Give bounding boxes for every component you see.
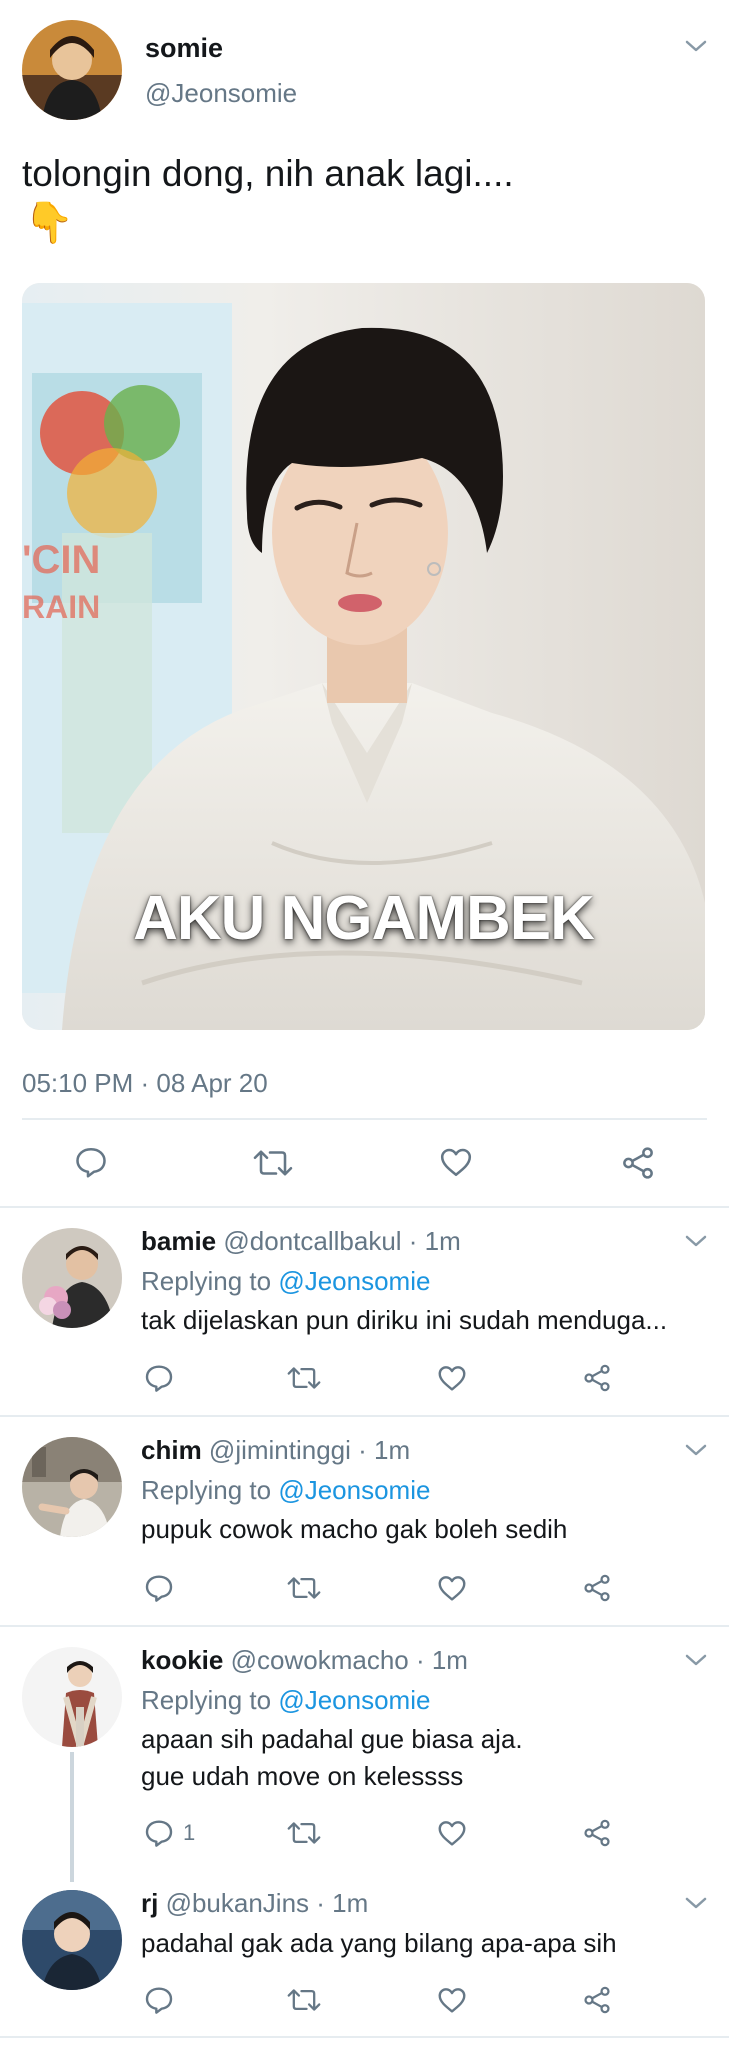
tweet-image[interactable]: 'CIN RAIN AKU NGAMBEK [22, 283, 705, 1030]
reply-author-meta[interactable]: @dontcallbakul · 1m [223, 1226, 460, 1256]
reply-icon[interactable] [143, 1572, 175, 1604]
tweet-text: tolongin dong, nih anak lagi.... [22, 153, 514, 194]
share-icon[interactable] [619, 1144, 657, 1182]
section-divider [0, 2036, 729, 2038]
reply-text: pupuk cowok macho gak boleh sedih [141, 1514, 568, 1544]
share-icon[interactable] [581, 1984, 613, 2016]
reply-icon[interactable] [72, 1144, 110, 1180]
reply-icon [145, 1820, 173, 1847]
chevron-down-icon[interactable] [684, 1652, 708, 1668]
replying-to: Replying to @Jeonsomie [141, 1266, 430, 1297]
reply-avatar[interactable] [22, 1890, 122, 1990]
chevron-down-icon[interactable] [684, 1895, 708, 1911]
section-divider [0, 1206, 729, 1208]
reply-text-line-1: apaan sih padahal gue biasa aja. [141, 1724, 523, 1754]
replying-to-label: Replying to [141, 1475, 272, 1505]
image-caption: AKU NGAMBEK [133, 884, 595, 953]
reply-author-name[interactable]: chim [141, 1435, 202, 1465]
tweet-timestamp: 05:10 PM · 08 Apr 20 [22, 1068, 268, 1098]
reply-author-name[interactable]: bamie [141, 1226, 216, 1256]
author-name[interactable]: somie [145, 33, 223, 64]
section-divider [0, 1625, 729, 1627]
reply-header: chim @jimintinggi · 1m [141, 1435, 410, 1466]
svg-text:RAIN: RAIN [22, 589, 100, 625]
reply-avatar[interactable] [22, 1228, 122, 1328]
share-icon[interactable] [581, 1362, 613, 1394]
retweet-icon[interactable] [286, 1574, 322, 1602]
like-icon[interactable] [437, 1144, 475, 1180]
pointing-down-emoji: 👇 [24, 201, 74, 245]
reply-action-bar [0, 1982, 729, 2022]
reply-text-line-2: gue udah move on kelessss [141, 1761, 464, 1791]
reply-author-name[interactable]: rj [141, 1888, 158, 1918]
reply-icon[interactable] [143, 1984, 175, 2016]
retweet-icon[interactable] [286, 1986, 322, 2014]
replying-to-handle[interactable]: @Jeonsomie [278, 1685, 430, 1715]
reply-text: padahal gak ada yang bilang apa-apa sih [141, 1928, 617, 1958]
reply-author-meta[interactable]: @jimintinggi · 1m [209, 1435, 410, 1465]
reply-header: rj @bukanJins · 1m [141, 1888, 368, 1919]
reply-icon[interactable] [143, 1362, 175, 1394]
like-icon[interactable] [436, 1817, 468, 1849]
replying-to-label: Replying to [141, 1685, 272, 1715]
reply-action-bar [0, 1360, 729, 1400]
replying-to-handle[interactable]: @Jeonsomie [278, 1475, 430, 1505]
svg-text:'CIN: 'CIN [22, 538, 100, 582]
chevron-down-icon[interactable] [684, 1442, 708, 1458]
section-divider [0, 1415, 729, 1417]
reply-count: 1 [183, 1820, 196, 1845]
reply-button[interactable]: 1 [143, 1817, 195, 1849]
replying-to: Replying to @Jeonsomie [141, 1685, 430, 1716]
reply-avatar[interactable] [22, 1647, 122, 1747]
reply-avatar[interactable] [22, 1437, 122, 1537]
reply-author-meta[interactable]: @cowokmacho · 1m [231, 1645, 468, 1675]
retweet-icon[interactable] [286, 1819, 322, 1847]
retweet-icon[interactable] [286, 1364, 322, 1392]
chevron-down-icon[interactable] [684, 38, 708, 54]
chevron-down-icon[interactable] [684, 1233, 708, 1249]
timestamp-divider [22, 1118, 707, 1120]
reply-text: tak dijelaskan pun diriku ini sudah mend… [141, 1305, 668, 1335]
share-icon[interactable] [581, 1572, 613, 1604]
like-icon[interactable] [436, 1984, 468, 2016]
share-icon[interactable] [581, 1817, 613, 1849]
replying-to: Replying to @Jeonsomie [141, 1475, 430, 1506]
replying-to-handle[interactable]: @Jeonsomie [278, 1266, 430, 1296]
reply-header: bamie @dontcallbakul · 1m [141, 1226, 461, 1257]
like-icon[interactable] [436, 1362, 468, 1394]
retweet-icon[interactable] [252, 1146, 294, 1180]
reply-author-meta[interactable]: @bukanJins · 1m [166, 1888, 369, 1918]
tweet-action-bar [0, 1140, 729, 1186]
author-avatar[interactable] [22, 20, 122, 120]
reply-author-name[interactable]: kookie [141, 1645, 223, 1675]
reply-header: kookie @cowokmacho · 1m [141, 1645, 468, 1676]
author-handle[interactable]: @Jeonsomie [145, 78, 297, 109]
reply-action-bar [0, 1570, 729, 1610]
replying-to-label: Replying to [141, 1266, 272, 1296]
reply-action-bar: 1 [0, 1815, 729, 1855]
like-icon[interactable] [436, 1572, 468, 1604]
